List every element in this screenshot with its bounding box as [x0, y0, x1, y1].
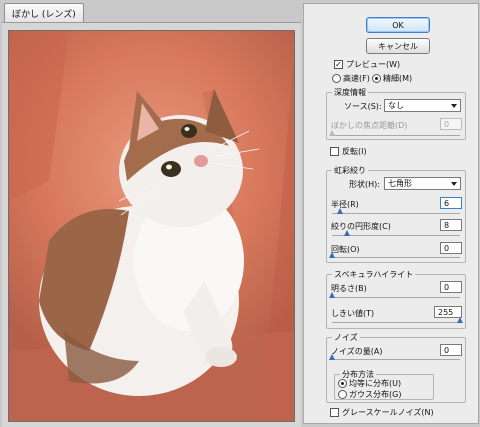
- radius-slider-thumb[interactable]: [337, 208, 343, 214]
- threshold-label: しきい値(T): [331, 309, 375, 318]
- preview-image[interactable]: [8, 30, 295, 422]
- rotation-slider-track[interactable]: [332, 257, 460, 258]
- quality-accurate-row[interactable]: 精細(M): [372, 73, 412, 84]
- brightness-input[interactable]: 0: [440, 281, 462, 293]
- noise-amount-slider-thumb[interactable]: [329, 354, 335, 360]
- noise-amount-label: ノイズの量(A): [331, 347, 383, 356]
- brightness-slider-track[interactable]: [332, 297, 460, 298]
- focal-distance-slider-track[interactable]: [332, 135, 460, 136]
- settings-panel: OK キャンセル ✓ プレビュー(W) 高速(F) 精細(M) 深度情報 ソース…: [303, 3, 479, 424]
- more-accurate-radio[interactable]: [372, 74, 381, 83]
- shape-label: 形状(H):: [349, 180, 380, 189]
- gaussian-row[interactable]: ガウス分布(G): [338, 389, 401, 400]
- chevron-down-icon: [451, 182, 457, 186]
- invert-label: 反転(I): [342, 147, 367, 156]
- iris-title: 虹彩絞り: [332, 165, 368, 176]
- ok-button[interactable]: OK: [366, 17, 430, 33]
- more-accurate-label: 精細(M): [383, 74, 413, 83]
- focal-distance-slider-thumb[interactable]: [329, 130, 335, 136]
- blade-curvature-label: 絞りの円形度(C): [331, 222, 391, 231]
- uniform-label: 均等に分布(U): [349, 379, 402, 388]
- rotation-input[interactable]: 0: [440, 242, 462, 254]
- monochromatic-checkbox[interactable]: [330, 408, 339, 417]
- radius-input[interactable]: 6: [440, 197, 462, 209]
- noise-amount-slider-track[interactable]: [332, 359, 460, 360]
- preview-label: プレビュー(W): [346, 60, 401, 69]
- focal-distance-label: ぼかしの焦点距離(D): [331, 121, 408, 130]
- preview-checkbox-row[interactable]: ✓ プレビュー(W): [334, 59, 400, 70]
- cancel-button[interactable]: キャンセル: [366, 38, 430, 54]
- blade-curvature-input[interactable]: 8: [440, 219, 462, 231]
- noise-amount-input[interactable]: 0: [440, 344, 462, 356]
- faster-radio[interactable]: [332, 74, 341, 83]
- threshold-slider-thumb[interactable]: [457, 317, 463, 323]
- invert-checkbox-row[interactable]: 反転(I): [330, 146, 367, 157]
- invert-checkbox[interactable]: [330, 147, 339, 156]
- monochromatic-row[interactable]: グレースケールノイズ(N): [330, 407, 434, 418]
- noise-title: ノイズ: [332, 332, 360, 343]
- rotation-slider-thumb[interactable]: [329, 252, 335, 258]
- gaussian-label: ガウス分布(G): [349, 390, 402, 399]
- quality-faster-row[interactable]: 高速(F): [332, 73, 370, 84]
- brightness-label: 明るさ(B): [331, 284, 367, 293]
- window-title-tab: ぼかし (レンズ): [4, 3, 84, 22]
- blade-curvature-slider-track[interactable]: [332, 235, 460, 236]
- shape-select[interactable]: 七角形: [384, 177, 461, 190]
- uniform-radio[interactable]: [338, 379, 347, 388]
- chevron-down-icon: [451, 104, 457, 108]
- gaussian-radio[interactable]: [338, 390, 347, 399]
- radius-slider-track[interactable]: [332, 213, 460, 214]
- brightness-slider-thumb[interactable]: [329, 292, 335, 298]
- threshold-slider-track[interactable]: [332, 322, 460, 323]
- focal-distance-input[interactable]: 0: [440, 118, 462, 130]
- specular-title: スペキュラハイライト: [332, 269, 416, 280]
- source-select[interactable]: なし: [384, 99, 461, 112]
- source-label: ソース(S):: [344, 102, 382, 111]
- rotation-label: 回転(O): [331, 245, 360, 254]
- radius-label: 半径(R): [331, 200, 359, 209]
- cat-photo: [9, 31, 294, 421]
- uniform-row[interactable]: 均等に分布(U): [338, 378, 401, 389]
- monochromatic-label: グレースケールノイズ(N): [342, 408, 434, 417]
- faster-label: 高速(F): [343, 74, 370, 83]
- blade-curvature-slider-thumb[interactable]: [344, 230, 350, 236]
- preview-checkbox[interactable]: ✓: [334, 60, 343, 69]
- depth-map-title: 深度情報: [332, 87, 368, 98]
